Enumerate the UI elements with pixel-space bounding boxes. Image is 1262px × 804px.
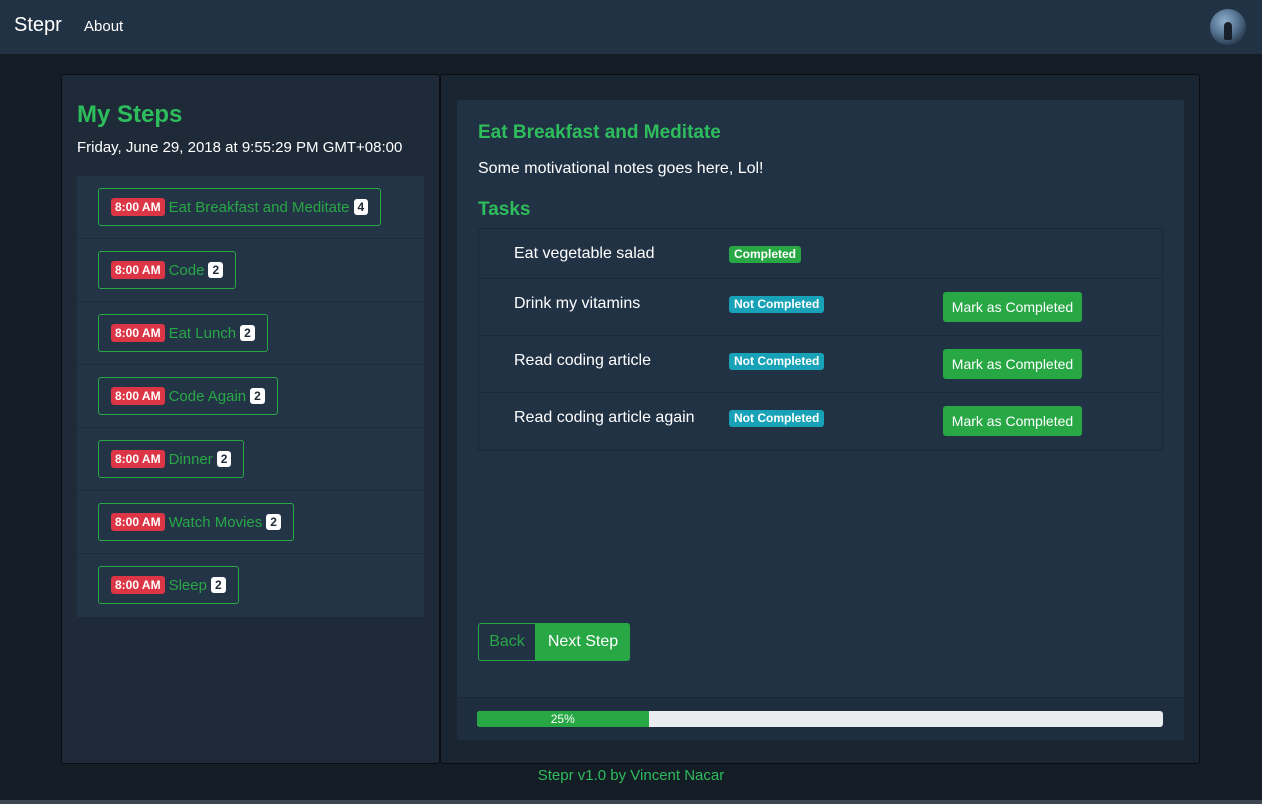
step-button-watch-movies[interactable]: 8:00 AM Watch Movies 2 (98, 503, 294, 541)
step-label: Eat Lunch (168, 324, 237, 342)
task-name: Read coding article again (514, 409, 695, 426)
step-label: Code (168, 261, 205, 279)
list-item: 8:00 AM Eat Lunch 2 (77, 302, 424, 365)
task-count-badge: 2 (216, 451, 232, 467)
step-detail-card: Eat Breakfast and Meditate Some motivati… (457, 100, 1184, 740)
current-date: Friday, June 29, 2018 at 9:55:29 PM GMT+… (77, 139, 403, 156)
step-title: Eat Breakfast and Meditate (478, 122, 721, 143)
brand-logo[interactable]: Stepr (14, 14, 62, 37)
task-name: Drink my vitamins (514, 295, 641, 312)
list-item: 8:00 AM Watch Movies 2 (77, 491, 424, 554)
step-button-eat-lunch[interactable]: 8:00 AM Eat Lunch 2 (98, 314, 268, 352)
time-badge: 8:00 AM (111, 261, 165, 279)
status-badge: Completed (729, 246, 802, 263)
next-step-button[interactable]: Next Step (536, 623, 630, 661)
status-badge: Not Completed (729, 353, 825, 370)
time-badge: 8:00 AM (111, 450, 165, 468)
step-label: Watch Movies (168, 513, 263, 531)
step-button-code-again[interactable]: 8:00 AM Code Again 2 (98, 377, 278, 415)
task-name: Eat vegetable salad (514, 245, 655, 262)
status-badge: Not Completed (729, 296, 825, 313)
time-badge: 8:00 AM (111, 513, 165, 531)
table-row: Read coding article Not Completed Mark a… (479, 336, 1162, 393)
task-count-badge: 4 (353, 199, 369, 215)
list-item: 8:00 AM Dinner 2 (77, 428, 424, 491)
task-count-badge: 2 (208, 262, 224, 278)
time-badge: 8:00 AM (111, 324, 165, 342)
nav-link-about[interactable]: About (84, 18, 123, 35)
step-button-eat-breakfast[interactable]: 8:00 AM Eat Breakfast and Meditate 4 (98, 188, 382, 226)
list-item: 8:00 AM Eat Breakfast and Meditate 4 (77, 176, 424, 239)
step-label: Code Again (168, 387, 247, 405)
step-button-sleep[interactable]: 8:00 AM Sleep 2 (98, 566, 239, 604)
table-row: Eat vegetable salad Completed (479, 229, 1162, 279)
mark-completed-button[interactable]: Mark as Completed (943, 406, 1082, 436)
time-badge: 8:00 AM (111, 576, 165, 594)
task-count-badge: 2 (250, 388, 265, 404)
tasks-table: Eat vegetable salad Completed Drink my v… (478, 228, 1163, 451)
list-item: 8:00 AM Code 2 (77, 239, 424, 302)
task-count-badge: 2 (266, 514, 281, 530)
time-badge: 8:00 AM (111, 387, 165, 405)
bottom-divider (0, 800, 1262, 804)
mark-completed-button[interactable]: Mark as Completed (943, 292, 1082, 322)
time-badge: 8:00 AM (111, 198, 165, 216)
steps-panel-title: My Steps (77, 101, 183, 128)
table-row: Read coding article again Not Completed … (479, 393, 1162, 450)
back-button[interactable]: Back (478, 623, 536, 661)
task-name: Read coding article (514, 352, 651, 369)
steps-list: 8:00 AM Eat Breakfast and Meditate 4 8:0… (77, 176, 424, 617)
step-button-code[interactable]: 8:00 AM Code 2 (98, 251, 237, 289)
card-footer: 25% (457, 697, 1184, 740)
status-badge: Not Completed (729, 410, 825, 427)
steps-panel: My Steps Friday, June 29, 2018 at 9:55:2… (61, 74, 440, 764)
list-item: 8:00 AM Code Again 2 (77, 365, 424, 428)
user-avatar-icon[interactable] (1210, 9, 1246, 45)
navbar: Stepr About (0, 0, 1262, 54)
mark-completed-button[interactable]: Mark as Completed (943, 349, 1082, 379)
step-notes: Some motivational notes goes here, Lol! (478, 160, 764, 177)
step-button-dinner[interactable]: 8:00 AM Dinner 2 (98, 440, 245, 478)
task-count-badge: 2 (210, 577, 226, 593)
step-label: Dinner (168, 450, 213, 468)
step-navigation: Back Next Step (478, 623, 630, 661)
list-item: 8:00 AM Sleep 2 (77, 554, 424, 617)
progress-bar: 25% (477, 711, 649, 727)
table-row: Drink my vitamins Not Completed Mark as … (479, 279, 1162, 336)
avatar-figure (1224, 22, 1232, 40)
step-detail-panel: Eat Breakfast and Meditate Some motivati… (440, 74, 1200, 764)
tasks-heading: Tasks (478, 199, 531, 220)
footer-credit: Stepr v1.0 by Vincent Nacar (537, 767, 725, 784)
task-count-badge: 2 (240, 325, 255, 341)
progress-track: 25% (477, 711, 1163, 727)
step-label: Eat Breakfast and Meditate (168, 198, 350, 216)
step-label: Sleep (168, 576, 207, 594)
